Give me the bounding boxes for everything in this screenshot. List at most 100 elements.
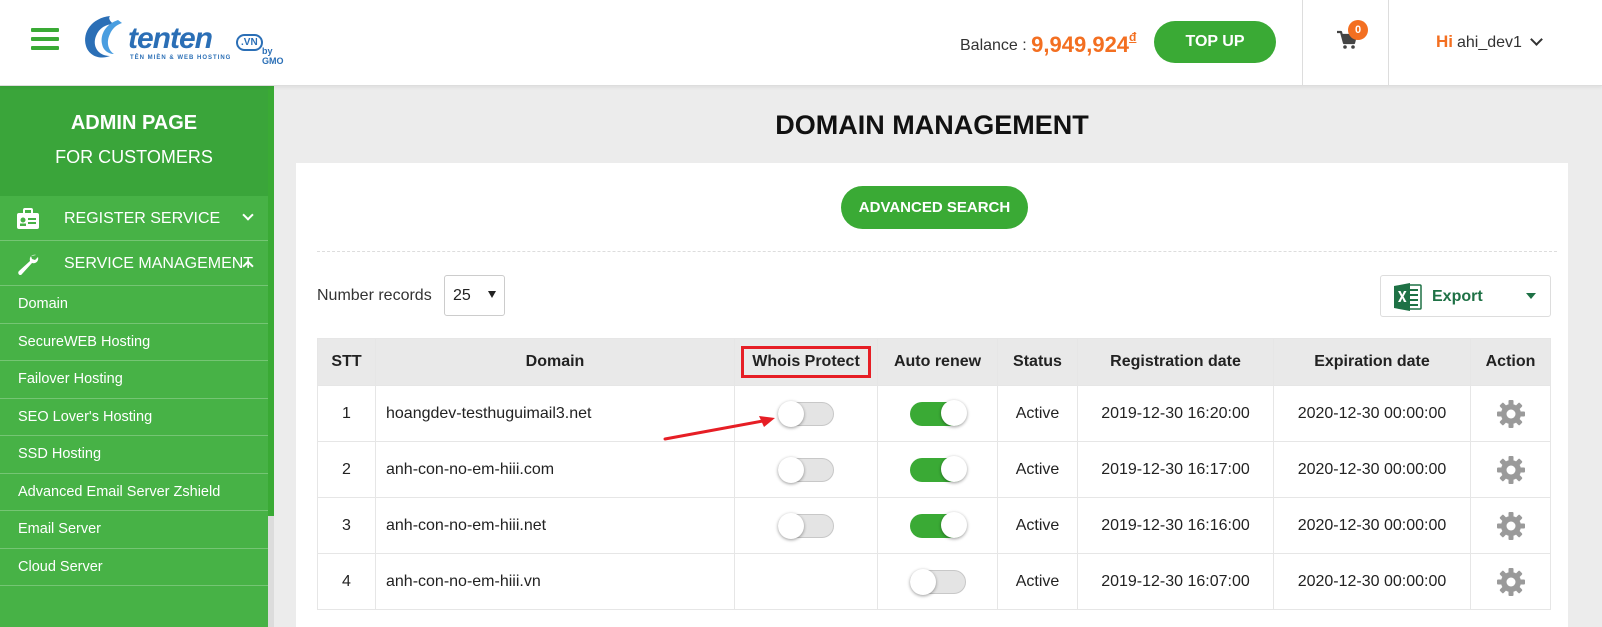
sidebar: ADMIN PAGE FOR CUSTOMERS REGISTER SERVIC… — [0, 86, 268, 627]
export-label: Export — [1432, 288, 1483, 305]
gear-icon[interactable] — [1496, 567, 1526, 597]
wrench-icon — [18, 254, 39, 275]
cell-status: Active — [997, 497, 1078, 554]
submenu-ssd-hosting[interactable]: SSD Hosting — [0, 436, 268, 474]
cell-stt: 3 — [317, 497, 376, 554]
domain-panel: ADVANCED SEARCH Number records 25 Export… — [296, 163, 1568, 627]
gear-icon[interactable] — [1496, 455, 1526, 485]
submenu-cloud-server[interactable]: Cloud Server — [0, 549, 268, 586]
col-header-action: Action — [1470, 338, 1551, 386]
balance-label: Balance : — [960, 37, 1027, 54]
sidebar-scrollbar[interactable] — [268, 86, 274, 627]
cell-stt: 2 — [317, 441, 376, 498]
domain-table: STT Domain Whois Protect Auto renew Stat… — [317, 338, 1551, 610]
menu-service-management[interactable]: SERVICE MANAGEMENT — [0, 241, 268, 286]
gear-icon[interactable] — [1496, 511, 1526, 541]
cell-auto-renew — [877, 497, 998, 554]
submenu-seo-lovers-hosting[interactable]: SEO Lover's Hosting — [0, 399, 268, 436]
excel-icon — [1394, 283, 1422, 311]
export-button[interactable]: Export — [1380, 275, 1551, 317]
cell-domain[interactable]: anh-con-no-em-hiii.com — [375, 441, 735, 498]
logo-tagline: TÊN MIỀN & WEB HOSTING — [130, 55, 232, 61]
logo-vn-badge: .VN — [236, 34, 263, 51]
cell-status: Active — [997, 385, 1078, 442]
cell-expiration-date: 2020-12-30 00:00:00 — [1273, 441, 1471, 498]
cell-expiration-date: 2020-12-30 00:00:00 — [1273, 497, 1471, 554]
logo-gmo: by GMO — [262, 46, 284, 66]
table-row: 4 anh-con-no-em-hiii.vn Active 2019-12-3… — [317, 553, 1551, 610]
admin-page-banner: ADMIN PAGE FOR CUSTOMERS — [0, 86, 268, 196]
cell-whois — [734, 553, 878, 610]
divider — [317, 251, 1557, 252]
number-records-select[interactable]: 25 — [444, 275, 505, 316]
user-menu[interactable]: Hi ahi_dev1 — [1436, 32, 1543, 52]
tenten-logo[interactable]: tenten .VN by GMO TÊN MIỀN & WEB HOSTING — [80, 12, 292, 66]
col-header-auto-renew[interactable]: Auto renew — [877, 338, 998, 386]
cell-domain[interactable]: anh-con-no-em-hiii.vn — [375, 553, 735, 610]
col-header-domain[interactable]: Domain — [375, 338, 735, 386]
cell-auto-renew — [877, 553, 998, 610]
cell-registration-date: 2019-12-30 16:16:00 — [1077, 497, 1274, 554]
col-header-registration-date[interactable]: Registration date — [1077, 338, 1274, 386]
hamburger-menu-icon[interactable] — [31, 28, 59, 52]
cell-expiration-date: 2020-12-30 00:00:00 — [1273, 385, 1471, 442]
advanced-search-button[interactable]: ADVANCED SEARCH — [841, 186, 1028, 229]
balance-display: Balance : 9,949,924đ — [960, 30, 1137, 57]
logo-text: tenten — [128, 22, 213, 55]
cell-whois — [734, 497, 878, 554]
col-header-expiration-date[interactable]: Expiration date — [1273, 338, 1471, 386]
cell-stt: 4 — [317, 553, 376, 610]
page-title: DOMAIN MANAGEMENT — [775, 110, 1089, 140]
whois-protect-toggle[interactable] — [778, 456, 834, 483]
cell-stt: 1 — [317, 385, 376, 442]
admin-subtitle: FOR CUSTOMERS — [55, 147, 213, 167]
number-records-label: Number records — [317, 287, 432, 304]
cell-action — [1470, 385, 1551, 442]
auto-renew-toggle[interactable] — [909, 399, 967, 426]
header-divider — [1302, 0, 1303, 85]
whois-protect-toggle[interactable] — [778, 512, 834, 539]
auto-renew-toggle[interactable] — [909, 455, 967, 482]
top-up-button[interactable]: TOP UP — [1154, 21, 1276, 63]
col-header-whois-protect[interactable]: Whois Protect — [734, 338, 878, 386]
balance-currency: đ — [1129, 30, 1137, 44]
cell-whois — [734, 441, 878, 498]
col-header-status[interactable]: Status — [997, 338, 1078, 386]
scrollbar-thumb[interactable] — [268, 86, 274, 516]
cell-action — [1470, 553, 1551, 610]
cell-status: Active — [997, 553, 1078, 610]
table-header-row: STT Domain Whois Protect Auto renew Stat… — [317, 338, 1551, 386]
submenu-advanced-email-server[interactable]: Advanced Email Server Zshield — [0, 474, 268, 511]
cell-registration-date: 2019-12-30 16:17:00 — [1077, 441, 1274, 498]
auto-renew-toggle[interactable] — [909, 511, 967, 538]
cell-status: Active — [997, 441, 1078, 498]
number-records-value: 25 — [453, 287, 471, 304]
menu-register-service[interactable]: REGISTER SERVICE — [0, 196, 268, 241]
header-divider — [1388, 0, 1389, 85]
cell-registration-date: 2019-12-30 16:20:00 — [1077, 385, 1274, 442]
cell-action — [1470, 441, 1551, 498]
whois-protect-toggle[interactable] — [778, 400, 834, 427]
chevron-down-icon — [242, 209, 254, 221]
cell-domain[interactable]: anh-con-no-em-hiii.net — [375, 497, 735, 554]
cell-auto-renew — [877, 441, 998, 498]
submenu-email-server[interactable]: Email Server — [0, 511, 268, 549]
gear-icon[interactable] — [1496, 399, 1526, 429]
col-header-stt[interactable]: STT — [317, 338, 376, 386]
admin-title: ADMIN PAGE — [70, 112, 198, 134]
submenu-domain[interactable]: Domain — [0, 286, 268, 324]
submenu-secureweb-hosting[interactable]: SecureWEB Hosting — [0, 324, 268, 361]
auto-renew-toggle[interactable] — [909, 568, 966, 595]
id-card-icon — [17, 208, 39, 229]
cart-count-badge: 0 — [1348, 20, 1368, 40]
table-row: 2 anh-con-no-em-hiii.com Active 2019-12-… — [317, 441, 1551, 498]
submenu-failover-hosting[interactable]: Failover Hosting — [0, 361, 268, 399]
menu-label: REGISTER SERVICE — [64, 210, 221, 227]
logo-swirl-icon — [85, 16, 122, 58]
chevron-down-icon — [1530, 33, 1543, 46]
caret-down-icon — [488, 291, 496, 298]
cell-registration-date: 2019-12-30 16:07:00 — [1077, 553, 1274, 610]
table-row: 1 hoangdev-testhuguimail3.net Active 201… — [317, 385, 1551, 442]
cell-auto-renew — [877, 385, 998, 442]
balance-amount: 9,949,924 — [1031, 32, 1130, 57]
